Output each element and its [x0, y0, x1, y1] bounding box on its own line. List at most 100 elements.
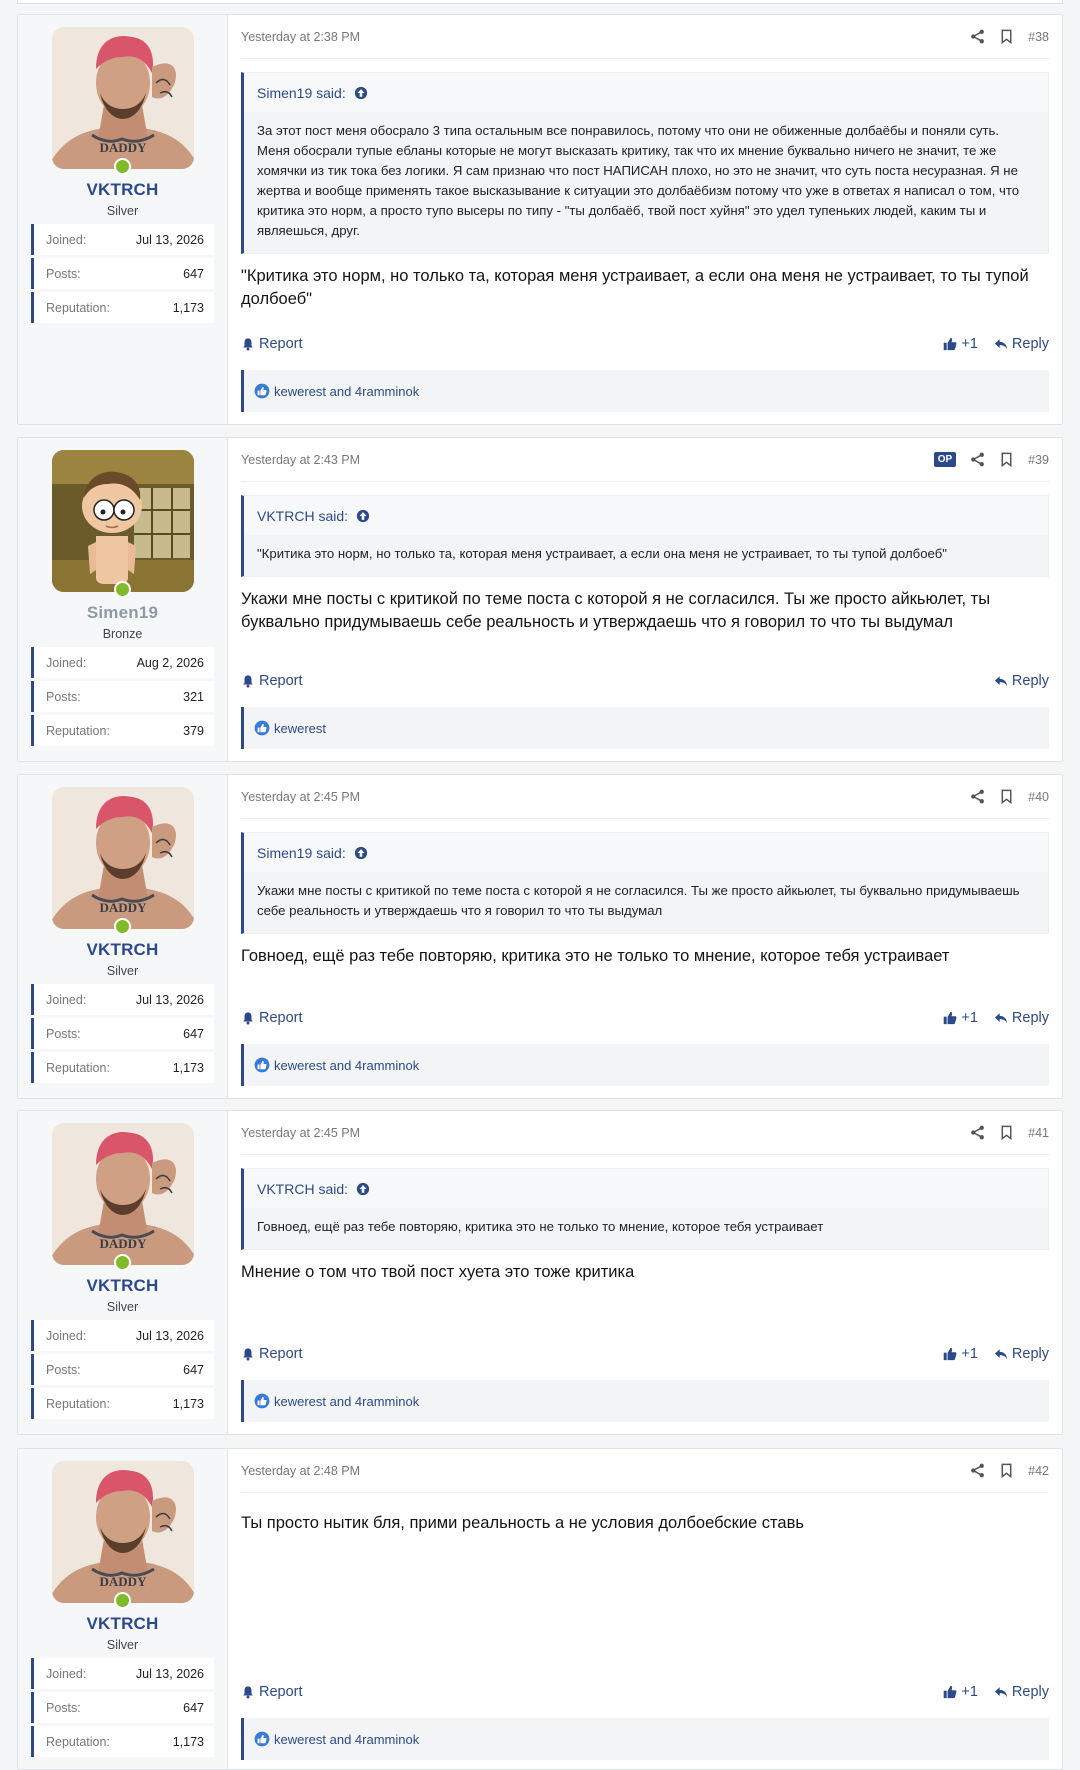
user-stats: Joined: Jul 13, 2026 Posts: 647 Reputation: 1…	[31, 984, 214, 1083]
user-stats: Joined: Aug 2, 2026 Posts: 321 Reputation: 37…	[31, 647, 214, 746]
quote-author-link[interactable]: Simen19 said:	[257, 845, 346, 861]
online-status-dot	[113, 1254, 131, 1271]
stat-value: 647	[183, 266, 204, 281]
share-icon[interactable]	[970, 452, 985, 467]
reaction-users[interactable]: kewerest and 4ramminok	[274, 384, 419, 399]
reactions-bar[interactable]: kewerest and 4ramminok	[241, 1044, 1049, 1086]
post-number-link[interactable]: #39	[1028, 453, 1049, 467]
stat-label: Posts:	[46, 266, 81, 281]
reactions-bar[interactable]: kewerest	[241, 707, 1049, 749]
share-icon[interactable]	[970, 1463, 985, 1478]
report-button[interactable]: Report	[241, 1684, 303, 1700]
avatar[interactable]	[52, 1123, 194, 1265]
stat-value: 647	[183, 1026, 204, 1041]
quote-author-link[interactable]: Simen19 said:	[257, 85, 346, 101]
reaction-users[interactable]: kewerest and 4ramminok	[274, 1058, 419, 1073]
share-icon[interactable]	[970, 1125, 985, 1140]
post-number-link[interactable]: #40	[1028, 790, 1049, 804]
username-link[interactable]: VKTRCH	[31, 1614, 214, 1634]
footer-left: Report	[241, 1346, 303, 1362]
reaction-users[interactable]: kewerest	[274, 721, 326, 736]
jump-to-quote-icon[interactable]	[354, 86, 368, 100]
quote-block: Simen19 said: За этот пост меня обосрало …	[241, 72, 1049, 254]
quote-author-link[interactable]: VKTRCH said:	[257, 508, 348, 524]
post-number-link[interactable]: #41	[1028, 1126, 1049, 1140]
online-status-dot	[113, 1592, 131, 1609]
quote-header: Simen19 said:	[244, 833, 1048, 872]
post-body-text: Ты просто нытик бля, прими реальность а …	[241, 1514, 804, 1532]
report-button[interactable]: Report	[241, 1346, 303, 1362]
reply-button[interactable]: Reply	[994, 673, 1049, 689]
footer-left: Report	[241, 1684, 303, 1700]
plus-one-button[interactable]: +1	[943, 1010, 978, 1026]
plus-one-button[interactable]: +1	[943, 1346, 978, 1362]
avatar[interactable]	[52, 450, 194, 592]
reaction-users[interactable]: kewerest and 4ramminok	[274, 1732, 419, 1747]
reaction-users[interactable]: kewerest and 4ramminok	[274, 1394, 419, 1409]
reply-icon	[994, 674, 1008, 688]
stat-value: 1,173	[172, 1734, 204, 1749]
quote-author-link[interactable]: VKTRCH said:	[257, 1181, 348, 1197]
bookmark-icon[interactable]	[999, 789, 1014, 804]
bookmark-icon[interactable]	[999, 1463, 1014, 1478]
avatar-wrapper	[52, 27, 194, 175]
post-number-link[interactable]: #42	[1028, 1464, 1049, 1478]
bookmark-icon[interactable]	[999, 29, 1014, 44]
post-date-link[interactable]: Yesterday at 2:48 PM	[241, 1464, 360, 1478]
username-link[interactable]: VKTRCH	[31, 940, 214, 960]
report-button[interactable]: Report	[241, 673, 303, 689]
jump-to-quote-icon[interactable]	[356, 509, 370, 523]
username-link[interactable]: Simen19	[31, 603, 214, 623]
stat-label: Posts:	[46, 1362, 81, 1377]
avatar[interactable]	[52, 27, 194, 169]
jump-to-quote-icon[interactable]	[354, 846, 368, 860]
quote-header: Simen19 said:	[244, 73, 1048, 112]
post-date-link[interactable]: Yesterday at 2:45 PM	[241, 790, 360, 804]
message-header: Yesterday at 2:43 PM OP #39	[241, 438, 1049, 482]
avatar-wrapper	[52, 450, 194, 598]
stat-joined: Joined: Jul 13, 2026	[31, 1320, 214, 1351]
avatar[interactable]	[52, 787, 194, 929]
reply-button[interactable]: Reply	[994, 1010, 1049, 1026]
post-number-link[interactable]: #38	[1028, 30, 1049, 44]
reactions-bar[interactable]: kewerest and 4ramminok	[241, 370, 1049, 412]
bell-icon	[241, 1347, 255, 1361]
like-reaction-icon	[254, 1731, 270, 1747]
share-icon[interactable]	[970, 29, 985, 44]
bookmark-icon[interactable]	[999, 452, 1014, 467]
jump-to-quote-icon[interactable]	[356, 1182, 370, 1196]
stat-value: Jul 13, 2026	[135, 992, 204, 1007]
message-header: Yesterday at 2:38 PM #38	[241, 15, 1049, 59]
bookmark-icon[interactable]	[999, 1125, 1014, 1140]
post-date-link[interactable]: Yesterday at 2:45 PM	[241, 1126, 360, 1140]
report-button[interactable]: Report	[241, 336, 303, 352]
message-cell: Yesterday at 2:45 PM #40 Simen19 said: Укаж…	[228, 775, 1062, 1098]
reactions-bar[interactable]: kewerest and 4ramminok	[241, 1718, 1049, 1760]
report-button[interactable]: Report	[241, 1010, 303, 1026]
post-date-link[interactable]: Yesterday at 2:43 PM	[241, 453, 360, 467]
reply-icon	[994, 337, 1008, 351]
plus-one-button[interactable]: +1	[943, 336, 978, 352]
reply-button[interactable]: Reply	[994, 336, 1049, 352]
stat-value: Jul 13, 2026	[135, 1328, 204, 1343]
reply-button[interactable]: Reply	[994, 1684, 1049, 1700]
user-info: VKTRCH Silver Joined: Jul 13, 2026 Posts: 647…	[18, 15, 228, 424]
stat-label: Joined:	[46, 1328, 87, 1343]
reply-button[interactable]: Reply	[994, 1346, 1049, 1362]
post-date-link[interactable]: Yesterday at 2:38 PM	[241, 30, 360, 44]
stat-label: Posts:	[46, 1700, 81, 1715]
stat-label: Reputation:	[46, 300, 110, 315]
post-38: VKTRCH Silver Joined: Jul 13, 2026 Posts: 647…	[17, 14, 1063, 425]
username-link[interactable]: VKTRCH	[31, 180, 214, 200]
quote-text: Укажи мне посты с критикой по теме поста…	[244, 872, 1048, 933]
plus-one-button[interactable]: +1	[943, 1684, 978, 1700]
bell-icon	[241, 1011, 255, 1025]
username-link[interactable]: VKTRCH	[31, 1276, 214, 1296]
reactions-bar[interactable]: kewerest and 4ramminok	[241, 1380, 1049, 1422]
stat-value: Aug 2, 2026	[136, 655, 204, 670]
header-actions: OP #39	[933, 452, 1049, 467]
avatar[interactable]	[52, 1461, 194, 1603]
share-icon[interactable]	[970, 789, 985, 804]
report-label: Report	[259, 1684, 303, 1700]
stat-posts: Posts: 647	[31, 1692, 214, 1723]
